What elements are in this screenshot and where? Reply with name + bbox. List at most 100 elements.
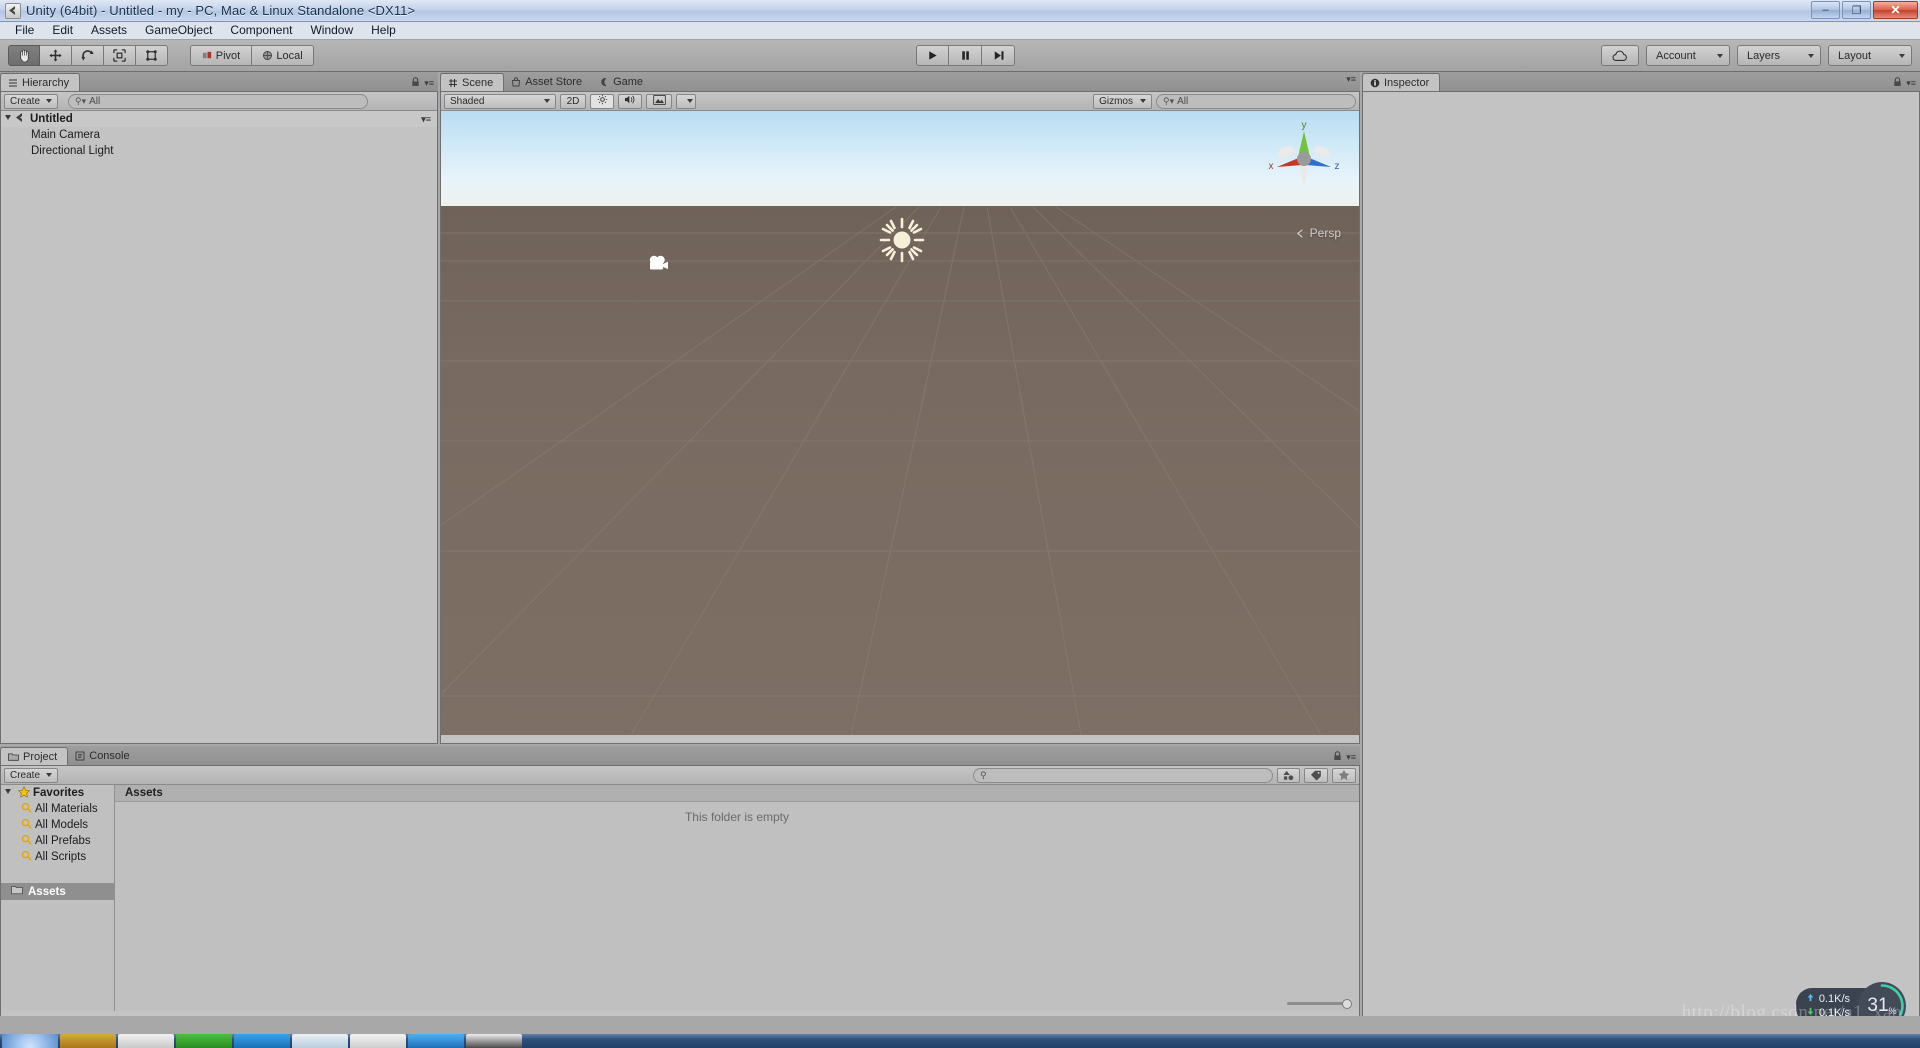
hierarchy-search-input[interactable]: ⚲▾ All	[68, 93, 369, 109]
scene-menu-icon[interactable]: ▾≡	[421, 114, 431, 125]
taskbar-item[interactable]	[466, 1034, 522, 1048]
label-filter-icon[interactable]	[1304, 767, 1328, 783]
project-zoom-knob[interactable]	[1342, 998, 1352, 1009]
tab-console[interactable]: Console	[68, 747, 139, 765]
rotate-tool-button[interactable]	[72, 45, 104, 66]
tab-scene[interactable]: Scene	[440, 73, 505, 91]
menu-window[interactable]: Window	[301, 22, 362, 39]
rect-tool-button[interactable]	[136, 45, 168, 66]
hierarchy-scene-name: Untitled	[30, 113, 73, 125]
hierarchy-panel: Hierarchy ▾≡ Create ⚲▾ All Untitled ▾≡ M…	[0, 72, 438, 744]
local-button[interactable]: Local	[252, 45, 314, 66]
hierarchy-item-directional-light[interactable]: Directional Light	[1, 143, 437, 159]
chevron-down-icon	[1140, 99, 1146, 103]
taskbar-item[interactable]	[234, 1034, 290, 1048]
gizmo-search-input[interactable]: ⚲▾ All	[1156, 93, 1356, 109]
tab-project[interactable]: Project	[0, 747, 69, 765]
scene-audio-toggle[interactable]	[618, 93, 642, 109]
hierarchy-item-main-camera[interactable]: Main Camera	[1, 127, 437, 143]
project-tab-row: Project Console ▾≡	[0, 746, 1360, 765]
lock-icon[interactable]	[1333, 748, 1342, 766]
favorite-all-scripts[interactable]: All Scripts	[1, 849, 114, 865]
gizmos-dropdown[interactable]: Gizmos	[1093, 93, 1152, 109]
close-button[interactable]: ✕	[1873, 1, 1918, 19]
scene-lighting-toggle[interactable]	[590, 93, 614, 109]
project-tree-assets-row[interactable]: Assets	[1, 883, 114, 900]
move-tool-button[interactable]	[40, 45, 72, 66]
toolbar-right-group: Account Layers Layout	[1601, 45, 1912, 66]
toggle-2d-button[interactable]: 2D	[560, 93, 586, 109]
inspector-menu-icon[interactable]: ▾≡	[1906, 78, 1916, 89]
taskbar-item[interactable]	[60, 1034, 116, 1048]
asset-store-tab-label: Asset Store	[525, 76, 583, 88]
scene-effects-toggle[interactable]	[646, 93, 672, 109]
lock-icon[interactable]	[411, 74, 420, 92]
menu-component[interactable]: Component	[221, 22, 301, 39]
svg-text:x: x	[1269, 161, 1274, 172]
scene-viewport[interactable]: y x z Persp	[441, 111, 1359, 735]
favorite-all-materials[interactable]: All Materials	[1, 801, 114, 817]
lock-icon[interactable]	[1893, 74, 1902, 92]
hierarchy-create-button[interactable]: Create	[4, 93, 59, 109]
layers-dropdown[interactable]: Layers	[1737, 45, 1821, 66]
hierarchy-tab-row: Hierarchy ▾≡	[0, 72, 438, 91]
menu-gameobject[interactable]: GameObject	[136, 22, 221, 39]
project-zoom-slider[interactable]	[1287, 998, 1352, 1009]
favorite-all-models[interactable]: All Models	[1, 817, 114, 833]
perspective-indicator[interactable]: Persp	[1295, 226, 1341, 240]
taskbar-item[interactable]	[118, 1034, 174, 1048]
project-search-input[interactable]: ⚲	[973, 767, 1273, 783]
scene-tab-label: Scene	[462, 76, 494, 89]
step-button[interactable]	[982, 45, 1015, 66]
taskbar-item[interactable]	[292, 1034, 348, 1048]
shapes-filter-icon[interactable]	[1277, 767, 1300, 783]
project-create-button[interactable]: Create	[4, 767, 59, 783]
light-gizmo[interactable]	[879, 217, 925, 263]
shading-mode-dropdown[interactable]: Shaded	[444, 93, 556, 109]
favorites-group-row[interactable]: Favorites	[1, 785, 114, 801]
camera-gizmo[interactable]	[646, 253, 672, 273]
tab-asset-store[interactable]: Asset Store	[504, 73, 592, 91]
scene-effects-dropdown[interactable]	[676, 93, 696, 109]
pivot-button[interactable]: Pivot	[190, 45, 252, 66]
restore-button[interactable]: ❐	[1842, 1, 1871, 19]
mode-2d-label: 2D	[566, 95, 580, 107]
tab-hierarchy[interactable]: Hierarchy	[0, 73, 81, 91]
taskbar-start-button[interactable]	[2, 1034, 58, 1048]
perspective-label: Persp	[1309, 226, 1341, 240]
menu-help[interactable]: Help	[362, 22, 405, 39]
layers-label: Layers	[1747, 49, 1781, 62]
window-controls: – ❐ ✕	[1811, 1, 1918, 19]
menu-file[interactable]: File	[6, 22, 43, 39]
taskbar-item[interactable]	[176, 1034, 232, 1048]
account-dropdown[interactable]: Account	[1646, 45, 1730, 66]
chevron-down-icon[interactable]	[5, 115, 11, 123]
hand-tool-button[interactable]	[8, 45, 40, 66]
hierarchy-menu-icon[interactable]: ▾≡	[424, 78, 434, 89]
tab-game[interactable]: Game	[592, 73, 653, 91]
scale-tool-button[interactable]	[104, 45, 136, 66]
console-tab-label: Console	[89, 750, 130, 762]
play-button[interactable]	[916, 45, 949, 66]
scene-axis-gizmo[interactable]: y x z	[1261, 117, 1347, 199]
image-icon	[652, 94, 666, 108]
tab-inspector[interactable]: Inspector	[1362, 73, 1441, 91]
hierarchy-scene-row[interactable]: Untitled ▾≡	[1, 111, 437, 127]
gizmos-label: Gizmos	[1099, 95, 1133, 107]
project-menu-icon[interactable]: ▾≡	[1346, 752, 1356, 763]
minimize-button[interactable]: –	[1811, 1, 1840, 19]
favorite-label: All Models	[35, 819, 89, 831]
favorite-all-prefabs[interactable]: All Prefabs	[1, 833, 114, 849]
inspector-tab-row: Inspector ▾≡	[1362, 72, 1920, 91]
taskbar-item[interactable]	[408, 1034, 464, 1048]
cloud-button[interactable]	[1601, 45, 1639, 66]
layout-dropdown[interactable]: Layout	[1828, 45, 1912, 66]
menu-edit[interactable]: Edit	[43, 22, 82, 39]
menu-assets[interactable]: Assets	[82, 22, 136, 39]
chevron-down-icon[interactable]	[5, 789, 11, 797]
taskbar-item[interactable]	[350, 1034, 406, 1048]
pause-button[interactable]	[949, 45, 982, 66]
scene-menu-icon[interactable]: ▾≡	[1346, 74, 1356, 85]
favorite-filter-icon[interactable]	[1332, 767, 1356, 783]
game-tab-label: Game	[613, 76, 644, 88]
